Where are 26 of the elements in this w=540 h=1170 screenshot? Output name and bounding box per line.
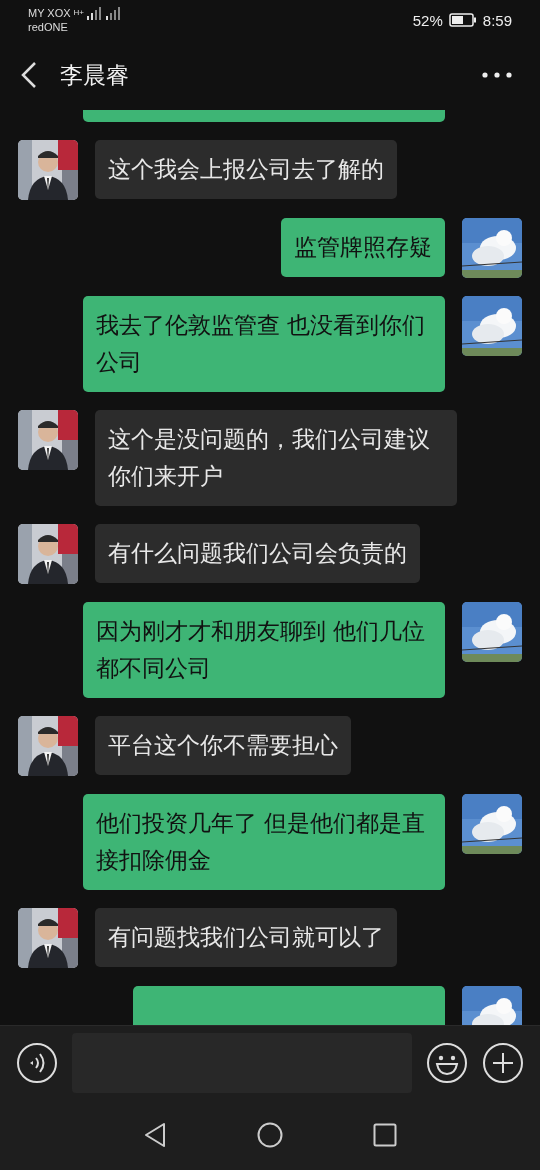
message-bubble: 我去了伦敦监管查 也没看到你们公司 (83, 296, 445, 392)
back-icon[interactable] (143, 1122, 167, 1148)
clock-time: 8:59 (482, 11, 512, 29)
chat-title: 李晨睿 (60, 60, 130, 90)
message-bubble: 监管牌照存疑 (281, 218, 445, 277)
message-bubble: 他们投资几年了 但是他们都是直接扣除佣金 (83, 794, 445, 890)
voice-icon[interactable] (16, 1042, 58, 1084)
message-bubble: 这个我会上报公司去了解的 (95, 140, 397, 199)
add-icon[interactable] (482, 1042, 524, 1084)
message-bubble: 因为刚才才和朋友聊到 他们几位都不同公司 (83, 602, 445, 698)
message-bubble: 有什么问题我们公司会负责的 (95, 524, 420, 583)
message-bubble: 这个是没问题的，我们公司建议你们来开户 (95, 410, 457, 506)
battery-level: 52% (412, 11, 443, 29)
more-icon[interactable] (482, 72, 512, 78)
back-icon[interactable] (20, 61, 38, 89)
message-bubble: 平台这个你不需要担心 (95, 716, 351, 775)
carrier-name: redONE (28, 20, 69, 34)
battery-icon (448, 13, 477, 27)
signal-icon (106, 6, 123, 20)
signal-icon (87, 6, 104, 20)
network-type: H+ (73, 7, 85, 19)
emoji-icon[interactable] (426, 1042, 468, 1084)
recent-apps-icon[interactable] (373, 1123, 397, 1147)
home-icon[interactable] (257, 1122, 283, 1148)
message-bubble: 有问题找我们公司就可以了 (95, 908, 397, 967)
carrier-name: MY XOX (28, 6, 71, 20)
